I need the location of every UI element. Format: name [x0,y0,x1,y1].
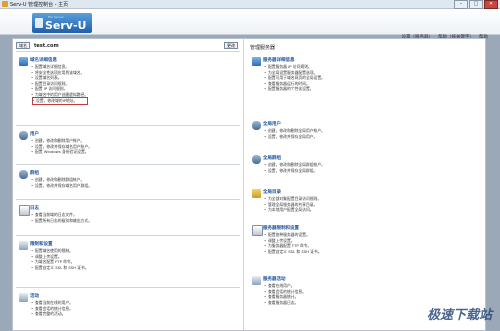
section-title[interactable]: 服务器活动 [263,276,286,282]
domain-name: test.com [34,42,59,49]
user-icon [19,131,28,140]
divider [16,199,240,200]
global-group-icon [252,155,261,164]
section-title[interactable]: 活动 [30,293,39,299]
change-domain-button[interactable]: 更改 [224,42,238,49]
divider [16,164,240,165]
logo-mark-icon [35,18,43,28]
activity-icon [19,293,28,302]
close-button[interactable]: ✕ [484,0,498,9]
folder-icon [252,189,261,198]
domain-bar: 域名 test.com 更改 [16,42,240,49]
window-title: Serv-U 管理控制台 - 主页 [10,2,69,8]
global-user-icon [252,121,261,130]
globe-icon [19,57,28,66]
section-title[interactable]: 用户 [30,131,39,137]
maximize-button[interactable]: □ [469,0,483,9]
item-list: 查看当前在线的用户。 查看会话的统计信息。 查看完整的活动。 [31,300,73,317]
list-item: 配置 Windows 身份验证设置。 [31,149,92,155]
list-item: 设置，修改并保存全局用户。 [264,134,325,140]
item-list: 创建，修改和删除用户帐户。 设置，修改并保存域名用户账户。 配置 Windows… [31,138,92,155]
item-list: 为全部对象配置目录访问规则。 管理全局服务器的共享目录。 为本地用户配置全局访问… [264,196,321,213]
list-item: 查看服务器日志。 [264,300,306,306]
section-title[interactable]: 全局用户 [263,121,281,127]
section-title[interactable]: 全局群组 [263,155,281,161]
domain-pane: 域名 test.com 更改 域名详细信息 配置域名详细信息。 将安全性选项应用… [13,39,244,330]
settings-icon [19,241,28,250]
server-activity-icon [252,276,261,285]
main-content: 域名 test.com 更改 域名详细信息 配置域名详细信息。 将安全性选项应用… [12,38,486,331]
list-item: 配置所有日志的级别和输出方式。 [31,218,92,224]
list-item-highlighted: 设置，修改域的IP地址。 [32,97,89,105]
item-list: 配置各种服务器的设置。 调整上传设置。 为服务器配置 FTP 命令。 配置自定义… [264,232,322,255]
item-list: 配置域名详细信息。 将安全性选项应用到该域名。 设置域名列表。 配置目录访问规则… [31,64,89,105]
domain-button[interactable]: 域名 [16,42,30,49]
minimize-button[interactable]: – [454,0,468,9]
section-title[interactable]: 服务器限制和设置 [263,225,299,231]
section-title[interactable]: 全局目录 [263,189,281,195]
divider [16,51,240,52]
list-item: 设置，修改并保存域名用户群组。 [31,183,92,189]
watermark-text: 极速下载站 [426,308,492,323]
item-list: 配置域名使用的限制。 调整上传设置。 为域名配置 FTP 命令。 配置自定义 S… [31,248,89,271]
server-limits-icon [252,225,263,236]
section-title[interactable]: 群组 [30,170,39,176]
section-domain-details: 域名详细信息 配置域名详细信息。 将安全性选项应用到该域名。 设置域名列表。 配… [19,57,239,105]
title-bar: Serv-U 管理控制台 - 主页 – □ ✕ [0,0,500,9]
item-list: 查看在线用户。 查看会话的统计信息。 查看服务器统计。 查看服务器日志。 [264,283,306,306]
list-item: 为本地用户配置全局访问。 [264,207,321,213]
divider [16,287,240,288]
server-icon [252,57,261,66]
logo-text: Serv-U [45,19,87,32]
window-controls: – □ ✕ [453,0,498,9]
serv-u-logo: File Server Serv-U [32,13,92,33]
server-pane-title: 管理服务器 [250,45,276,51]
item-list: 创建，修改和删除群组帐户。 设置，修改并保存域名用户群组。 [31,177,92,189]
app-icon [2,1,8,7]
divider [16,235,240,236]
list-item: 配置自定义 SSL 和 SSH 证书。 [264,249,322,255]
item-list: 配置服务器 IP 访问规则。 为全局设置服务器配置选项。 配置可用于域名网页的全… [264,64,325,92]
server-pane: 管理服务器 服务器详细信息 配置服务器 IP 访问规则。 为全局设置服务器配置选… [244,39,485,330]
section-title[interactable]: 域名详细信息 [30,57,57,63]
item-list: 查看当前域的日志文件。 配置所有日志的级别和输出方式。 [31,212,92,224]
item-list: 创建，修改和删除全局用户帐户。 设置，修改并保存全局用户。 [264,128,325,140]
section-title[interactable]: 日志 [30,205,39,211]
list-item: 配置服务器的个性化设置。 [264,86,325,92]
list-item: 设置，修改并保存全局群组。 [264,168,325,174]
users-icon [19,170,28,179]
section-title[interactable]: 限制和设置 [30,241,53,247]
divider [16,125,240,126]
list-item: 查看完整的活动。 [31,311,73,317]
section-title[interactable]: 服务器详细信息 [263,57,295,63]
item-list: 创建，修改和删除全局群组帐户。 设置，修改并保存全局群组。 [264,162,325,174]
log-icon [19,205,30,216]
list-item: 配置自定义 SSL 和 SSH 证书。 [31,265,89,271]
